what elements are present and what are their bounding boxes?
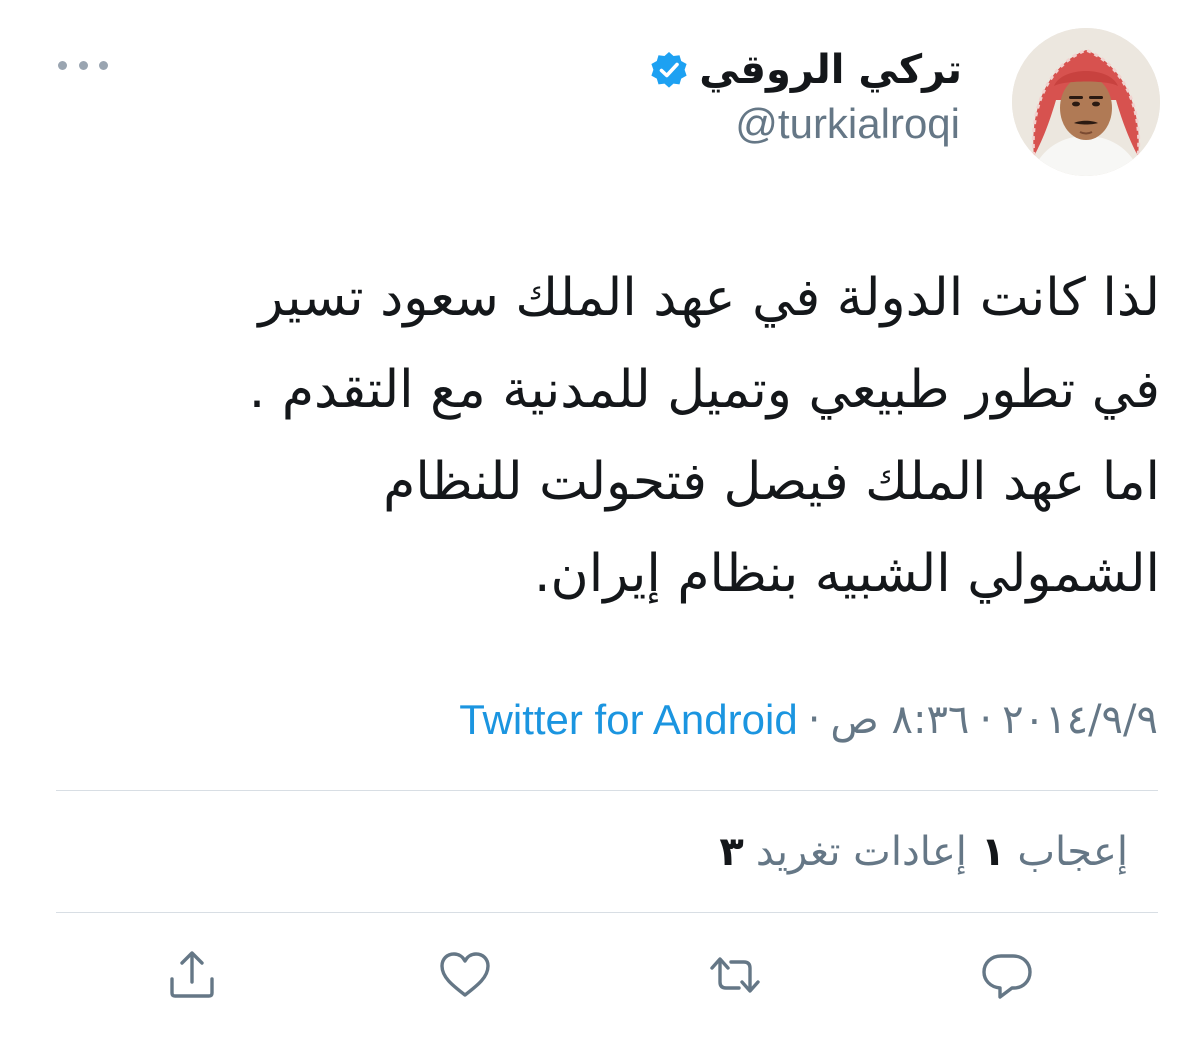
more-options-button[interactable] — [58, 50, 108, 80]
more-horizontal-icon-dot — [99, 60, 108, 70]
user-handle[interactable]: @turkialroqi — [735, 100, 960, 148]
user-name-row[interactable]: تركي الروقي — [649, 40, 962, 100]
more-horizontal-icon — [58, 60, 67, 70]
reply-icon — [982, 954, 1032, 999]
divider — [56, 912, 1158, 913]
tweet-source-link[interactable]: Twitter for Android — [459, 696, 797, 744]
tweet-text-line: اما عهد الملك فيصل فتحولت للنظام — [383, 452, 1160, 512]
retweet-icon — [710, 957, 760, 993]
more-horizontal-icon-dot — [78, 60, 88, 70]
tweet-text: لذا كانت الدولة في عهد الملك سعود تسير ف… — [60, 252, 1160, 620]
retweet-button[interactable] — [700, 940, 770, 1010]
tweet-meta: ٢٠١٤/٩/٩ · ٨:٣٦ ص · Twitter for Android — [459, 690, 1158, 750]
share-button[interactable] — [157, 940, 227, 1010]
retweets-count: ٣ — [719, 829, 744, 875]
retweets-label: إعادات تغريد — [755, 829, 967, 875]
tweet-text-line: في تطور طبيعي وتميل للمدنية مع التقدم . — [248, 360, 1160, 420]
heart-icon — [440, 952, 490, 997]
reply-button[interactable] — [972, 940, 1042, 1010]
avatar[interactable] — [1012, 28, 1160, 176]
user-name[interactable]: تركي الروقي — [699, 47, 962, 93]
meta-separator: · — [979, 697, 993, 743]
avatar-photo — [1012, 28, 1160, 176]
retweets-stat[interactable]: ٣ إعادات تغريد — [719, 829, 967, 875]
like-button[interactable] — [430, 940, 500, 1010]
likes-stat[interactable]: ١ إعجاب — [981, 829, 1128, 875]
tweet-date[interactable]: ٢٠١٤/٩/٩ — [1002, 697, 1158, 743]
divider — [56, 790, 1158, 791]
verified-badge-icon — [649, 50, 689, 90]
tweet-time[interactable]: ٨:٣٦ ص — [830, 697, 969, 743]
meta-separator: · — [807, 697, 821, 743]
tweet-text-line: الشمولي الشبيه بنظام إيران. — [534, 544, 1160, 604]
likes-label: إعجاب — [1017, 829, 1128, 875]
tweet-stats: ٣ إعادات تغريد ١ إعجاب — [719, 822, 1158, 882]
likes-count: ١ — [980, 829, 1006, 875]
tweet-detail: تركي الروقي @turkialroqi لذا كانت الدولة… — [0, 0, 1200, 1048]
tweet-text-line: لذا كانت الدولة في عهد الملك سعود تسير — [258, 268, 1160, 328]
share-icon — [170, 951, 214, 998]
action-bar — [0, 940, 1200, 1010]
